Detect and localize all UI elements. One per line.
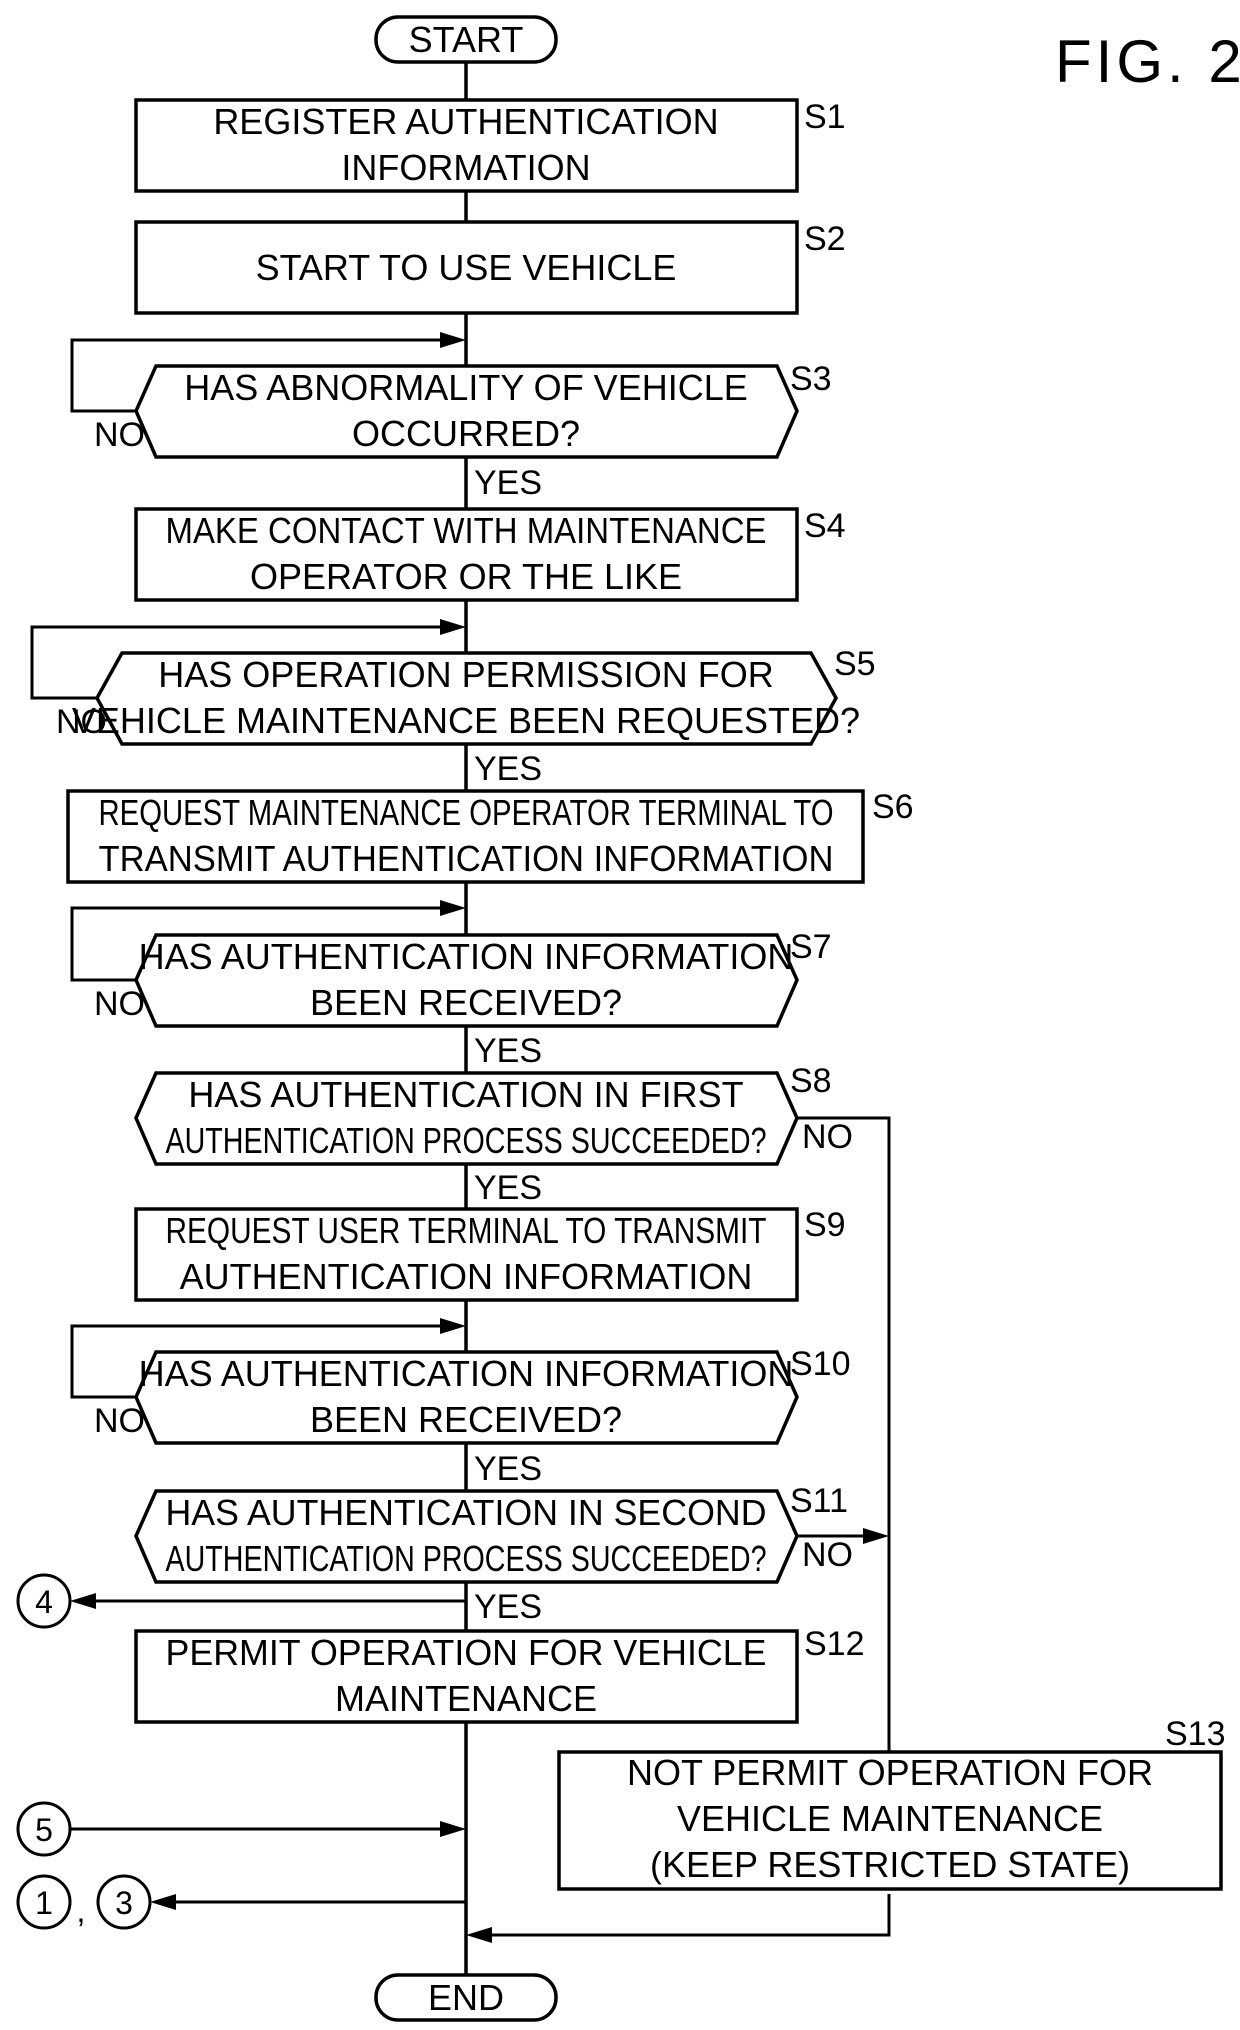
s11-yes-label: YES [474, 1588, 542, 1626]
step-id-s1: S1 [804, 98, 846, 136]
connector-4-label: 4 [35, 1584, 53, 1620]
connector-5-label: 5 [35, 1812, 53, 1848]
decision-s5-line-2: VEHICLE MAINTENANCE BEEN REQUESTED? [72, 700, 860, 741]
decision-s7-line-1: HAS AUTHENTICATION INFORMATION [139, 936, 794, 977]
step-s2: START TO USE VEHICLE S2 [134, 220, 846, 315]
step-id-s9: S9 [804, 1206, 846, 1244]
step-s6-line-2: TRANSMIT AUTHENTICATION INFORMATION [99, 838, 834, 879]
s3-yes-label: YES [474, 464, 542, 502]
figure-label: FIG. 2 [1055, 28, 1240, 95]
step-s1-line-1: REGISTER AUTHENTICATION [213, 101, 718, 142]
step-id-s4: S4 [804, 507, 846, 545]
decision-s7-line-2: BEEN RECEIVED? [310, 982, 622, 1023]
s5-yes-label: YES [474, 750, 542, 788]
step-s13-line-2: VEHICLE MAINTENANCE [677, 1798, 1103, 1839]
step-id-s6: S6 [872, 788, 914, 826]
decision-s8: HAS AUTHENTICATION IN FIRST AUTHENTICATI… [134, 1062, 853, 1207]
flowchart: FIG. 2 START REGISTER AUTHENTICATION INF… [16, 15, 1240, 2022]
connector-3-label: 3 [115, 1885, 133, 1921]
step-s4: MAKE CONTACT WITH MAINTENANCE OPERATOR O… [134, 507, 846, 602]
s5-no-label: NO [56, 703, 107, 741]
step-id-s11: S11 [790, 1482, 848, 1520]
connector-separator: , [77, 1893, 86, 1929]
decision-s10-line-2: BEEN RECEIVED? [310, 1399, 622, 1440]
step-s2-line-1: START TO USE VEHICLE [256, 247, 677, 288]
decision-s8-line-2: AUTHENTICATION PROCESS SUCCEEDED? [166, 1120, 767, 1161]
s10-yes-label: YES [474, 1450, 542, 1488]
connector-1-3: 1 , 3 [16, 1874, 466, 1930]
connector-5: 5 [16, 1801, 466, 1857]
decision-s8-line-1: HAS AUTHENTICATION IN FIRST [188, 1074, 743, 1115]
step-s12-line-2: MAINTENANCE [335, 1678, 597, 1719]
step-s1: REGISTER AUTHENTICATION INFORMATION S1 [134, 98, 846, 193]
decision-s7: HAS AUTHENTICATION INFORMATION BEEN RECE… [70, 900, 832, 1070]
s8-no-label: NO [802, 1118, 853, 1156]
step-id-s2: S2 [804, 220, 846, 258]
s3-no-label: NO [94, 416, 145, 454]
step-id-s8: S8 [790, 1062, 832, 1100]
end-label: END [428, 1977, 504, 2018]
step-id-s13: S13 [1165, 1715, 1226, 1753]
step-id-s7: S7 [790, 928, 832, 966]
s7-no-label: NO [94, 985, 145, 1023]
decision-s10-line-1: HAS AUTHENTICATION INFORMATION [139, 1353, 794, 1394]
start-label: START [409, 19, 524, 60]
s8-yes-label: YES [474, 1169, 542, 1207]
connector-1-label: 1 [35, 1885, 53, 1921]
decision-s5-line-1: HAS OPERATION PERMISSION FOR [158, 654, 773, 695]
step-id-s5: S5 [834, 645, 876, 683]
decision-s3-line-1: HAS ABNORMALITY OF VEHICLE [184, 367, 747, 408]
decision-s11: HAS AUTHENTICATION IN SECOND AUTHENTICAT… [134, 1482, 853, 1626]
step-s4-line-1: MAKE CONTACT WITH MAINTENANCE [166, 510, 767, 551]
step-id-s12: S12 [804, 1625, 865, 1663]
decision-s10: HAS AUTHENTICATION INFORMATION BEEN RECE… [70, 1318, 851, 1488]
end-terminal: END [374, 1973, 558, 2022]
decision-s11-line-2: AUTHENTICATION PROCESS SUCCEEDED? [166, 1538, 767, 1579]
step-s13-line-3: (KEEP RESTRICTED STATE) [650, 1844, 1130, 1885]
step-s9-line-2: AUTHENTICATION INFORMATION [180, 1256, 753, 1297]
step-s9: REQUEST USER TERMINAL TO TRANSMIT AUTHEN… [134, 1206, 846, 1302]
step-s4-line-2: OPERATOR OR THE LIKE [250, 556, 682, 597]
decision-s3-line-2: OCCURRED? [352, 413, 580, 454]
decision-s5: HAS OPERATION PERMISSION FOR VEHICLE MAI… [30, 619, 876, 788]
decision-s11-line-1: HAS AUTHENTICATION IN SECOND [166, 1492, 767, 1533]
s7-yes-label: YES [474, 1032, 542, 1070]
s11-no-label: NO [802, 1536, 853, 1574]
step-s6: REQUEST MAINTENANCE OPERATOR TERMINAL TO… [66, 788, 914, 884]
step-s1-line-2: INFORMATION [341, 147, 590, 188]
decision-s3: HAS ABNORMALITY OF VEHICLE OCCURRED? S3 … [70, 332, 832, 502]
step-s12: PERMIT OPERATION FOR VEHICLE MAINTENANCE… [134, 1625, 865, 1724]
step-s13-line-1: NOT PERMIT OPERATION FOR [627, 1752, 1153, 1793]
step-s9-line-1: REQUEST USER TERMINAL TO TRANSMIT [166, 1210, 767, 1251]
step-s13: NOT PERMIT OPERATION FOR VEHICLE MAINTEN… [557, 1715, 1226, 1891]
start-terminal: START [374, 15, 558, 64]
step-id-s10: S10 [790, 1345, 851, 1383]
s10-no-label: NO [94, 1402, 145, 1440]
step-s6-line-1: REQUEST MAINTENANCE OPERATOR TERMINAL TO [99, 792, 834, 833]
step-id-s3: S3 [790, 360, 832, 398]
step-s12-line-1: PERMIT OPERATION FOR VEHICLE [166, 1632, 767, 1673]
